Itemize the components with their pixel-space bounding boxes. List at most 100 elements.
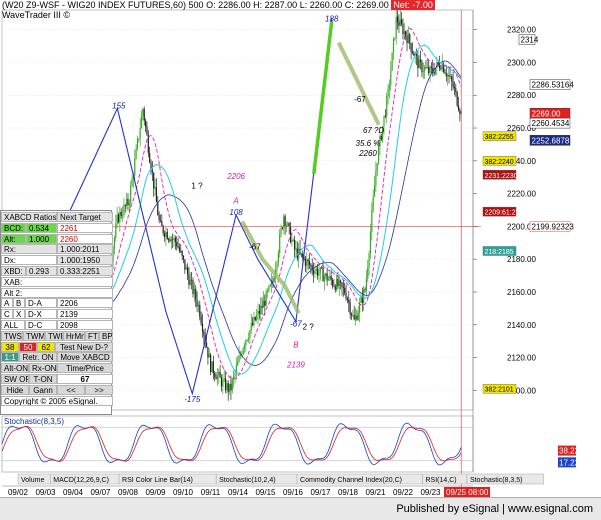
candle-body — [295, 248, 297, 250]
tab-label: Volume — [21, 477, 44, 484]
panel-cell: Alt 2: — [1, 287, 113, 298]
candle-body — [398, 22, 400, 26]
candle-body — [453, 86, 456, 89]
candle-body — [165, 231, 167, 237]
candle-body — [294, 239, 296, 250]
candle-body — [437, 62, 439, 65]
candle-body — [407, 34, 409, 44]
indicator-tab[interactable]: RSI Color Line Bar(14) — [118, 473, 217, 485]
candle-body — [174, 237, 176, 243]
panel-button[interactable]: BPL — [99, 330, 113, 341]
candle-body — [121, 215, 124, 217]
candle-body — [406, 36, 408, 44]
panel-cell: ALL — [1, 320, 25, 330]
symbol-title: (W20 Z9-WSF - WIG20 INDEX FUTURES,60) 50… — [2, 0, 204, 10]
panel-cell: 67 — [57, 374, 113, 384]
candle-body — [249, 330, 251, 339]
indicator-tab[interactable]: RSI(14,C) — [422, 473, 468, 485]
candle-body — [205, 342, 208, 348]
candle-body — [392, 39, 395, 53]
chart-annotation: 67 ?D — [363, 126, 385, 135]
candle-body — [321, 267, 323, 269]
candle-body — [128, 203, 130, 206]
panel-button[interactable]: TWM — [23, 330, 45, 341]
candle-body — [330, 276, 332, 281]
x-tick-label: 09/09 — [145, 488, 166, 497]
panel-cell: A — [1, 298, 13, 309]
candle-body — [386, 96, 388, 117]
candle-body — [429, 66, 431, 73]
panel-button[interactable]: << — [57, 384, 85, 395]
candle-body — [375, 170, 377, 186]
candle-body — [364, 289, 366, 291]
panel-button[interactable]: Rx-ON — [29, 363, 57, 374]
panel-cell: 2261 — [57, 222, 113, 233]
price-label: 2286.53164 — [532, 81, 575, 90]
candle-body — [170, 238, 172, 242]
panel-button[interactable]: FTP — [85, 330, 99, 341]
panel-button[interactable]: Move XABCD — [57, 352, 113, 363]
candle-body — [260, 305, 262, 314]
tab-label: Stochastic(10,2,4) — [219, 477, 275, 484]
open-value: O: 2286.00 — [206, 0, 251, 10]
panel-button[interactable]: Gann — [29, 384, 57, 395]
candle-body — [154, 187, 156, 189]
panel-row: Rx: 1.000:2011 — [1, 244, 113, 255]
candle-body — [344, 287, 346, 294]
candle-body — [117, 214, 120, 223]
panel-button[interactable]: TWF — [45, 330, 63, 341]
chart-window: 2100.00 2120.00 2140.00 2160.00 2180.00 2200.… — [0, 0, 601, 520]
panel-button[interactable]: T-ON — [29, 374, 57, 384]
indicator-tab[interactable]: Volume — [17, 473, 51, 485]
candle-body — [266, 290, 269, 292]
candle-body — [161, 221, 163, 227]
level-box-label: 382:2255 — [485, 134, 514, 141]
candle-body — [163, 233, 166, 237]
candle-body — [402, 24, 404, 35]
candle-body — [189, 279, 191, 285]
indicator-tab[interactable]: Stochastic(10,2,4) — [215, 473, 298, 485]
candle-body — [273, 277, 275, 282]
candle-body — [207, 347, 209, 358]
panel-cell: 2206 — [57, 298, 113, 309]
candle-body — [440, 68, 442, 70]
high-value: H: 2287.00 — [253, 0, 298, 10]
candle-body — [181, 251, 183, 256]
chart-annotation: -67 — [354, 95, 366, 104]
indicator-tab[interactable]: MACD(12,26,9,C) — [50, 473, 120, 485]
panel-cell: 38 — [1, 341, 19, 352]
indicator-tab[interactable]: Stochastic(8,3,5) — [466, 473, 545, 485]
candle-body — [405, 31, 407, 37]
panel-button[interactable]: >> — [85, 384, 113, 395]
panel-button[interactable]: HrMn — [63, 330, 85, 341]
panel-button[interactable]: TWS — [1, 330, 23, 341]
panel-cell: 0.333:2251 — [57, 266, 113, 276]
panel-row: XAB: — [1, 276, 113, 287]
stochastic-title: Stochastic(8,3,5) — [4, 417, 64, 426]
candle-body — [264, 300, 266, 306]
panel-button[interactable]: Alt-ON — [1, 363, 29, 374]
x-tick-label: 09/23 — [420, 488, 441, 497]
candle-body — [135, 148, 137, 159]
candle-body — [162, 226, 164, 234]
candle-body — [376, 163, 378, 171]
indicator-tab[interactable]: Commodity Channel Index(20,C) — [296, 473, 423, 485]
candle-body — [356, 315, 358, 320]
panel-button[interactable]: Hide — [1, 384, 29, 395]
level-box-label: 382:2101 — [485, 387, 514, 394]
candle-body — [195, 288, 197, 300]
candle-body — [345, 293, 347, 299]
candle-body — [268, 286, 270, 291]
candle-body — [292, 239, 294, 241]
panel-cell: 2260 — [57, 233, 113, 244]
candle-body — [173, 237, 175, 240]
panel-cell: Dx: — [1, 255, 57, 266]
panel-button[interactable]: Test New D-? — [55, 341, 113, 352]
level-box-label: 382:2240 — [485, 159, 514, 166]
x-tick-label: 09/16 — [283, 488, 304, 497]
candle-body — [285, 225, 288, 227]
panel-button[interactable]: Retr. ON — [19, 352, 57, 363]
panel-button[interactable]: SW OFF — [1, 374, 29, 384]
panel-cell: Copyright © 2005 eSignal. — [1, 395, 113, 406]
panel-button[interactable]: Time/Price — [57, 363, 113, 374]
